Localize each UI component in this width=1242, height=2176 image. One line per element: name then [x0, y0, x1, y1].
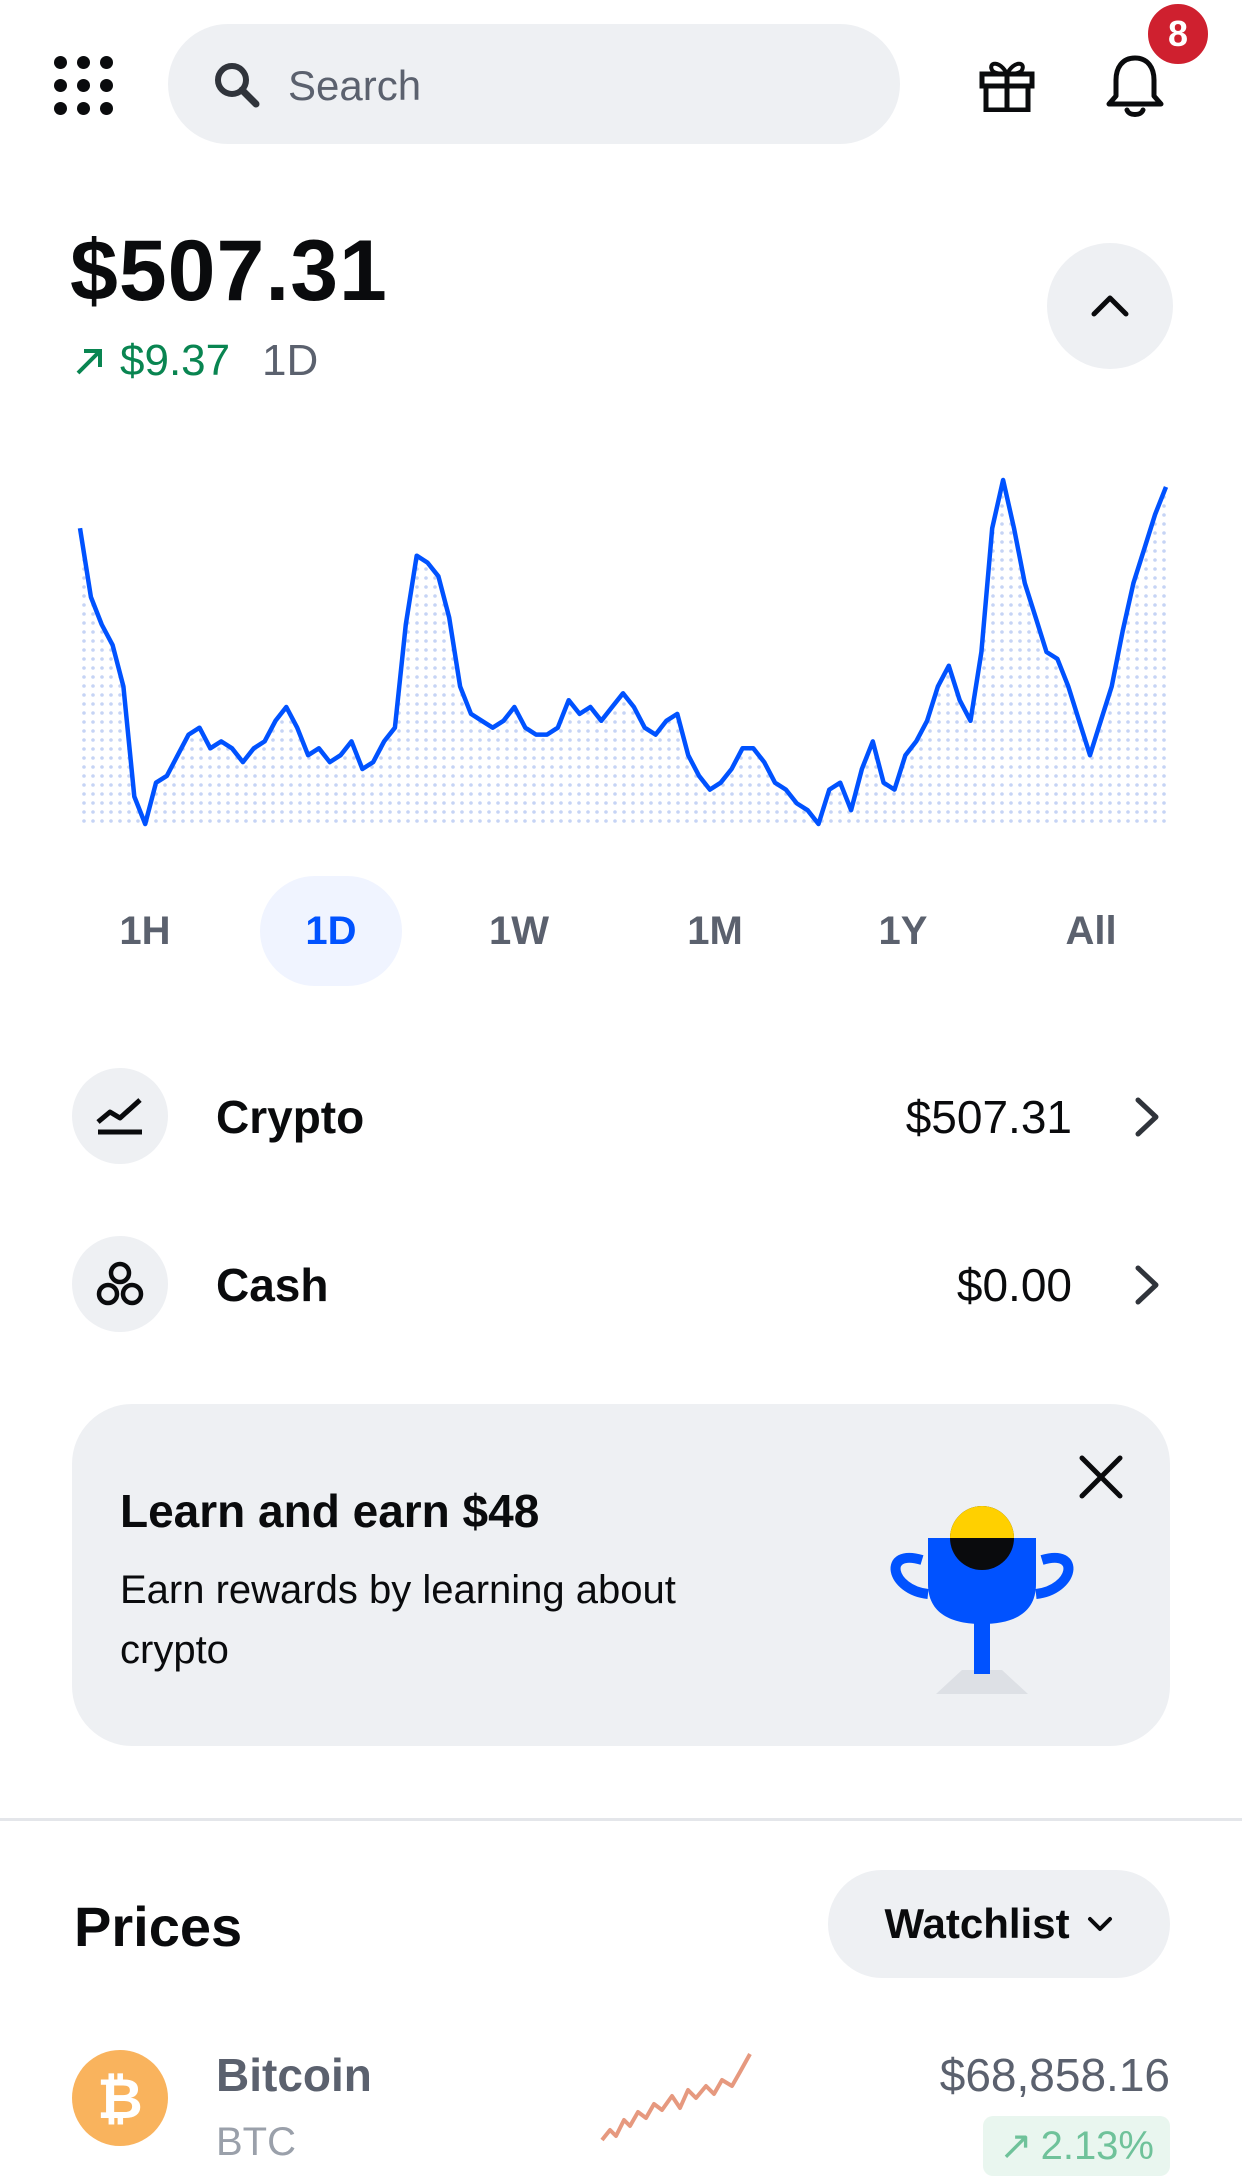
arrow-up-right-icon: ↗ [999, 2124, 1033, 2168]
watchlist-label: Watchlist [884, 1900, 1070, 1947]
collapse-button[interactable] [1047, 243, 1173, 369]
tab-1h[interactable]: 1H [74, 876, 216, 986]
chart-line-icon [72, 1068, 168, 1164]
chevron-right-icon [1135, 1097, 1159, 1137]
portfolio-chart[interactable] [0, 440, 1242, 840]
balance-change-value: $9.37 [120, 336, 231, 385]
watchlist-dropdown[interactable]: Watchlist [828, 1870, 1170, 1978]
bitcoin-icon: ₿ [72, 2050, 168, 2146]
tab-1d[interactable]: 1D [260, 876, 402, 986]
learn-and-earn-card[interactable]: Learn and earn $48 Earn rewards by learn… [72, 1404, 1170, 1746]
balance-change-period: 1D [262, 336, 319, 385]
asset-price: $68,858.16 [939, 2049, 1170, 2101]
asset-name: Bitcoin [216, 2049, 372, 2101]
account-label: Cash [216, 1259, 329, 1311]
account-row-cash[interactable]: Cash $0.00 [0, 1224, 1242, 1344]
tab-1y[interactable]: 1Y [832, 876, 974, 986]
search-icon [215, 63, 260, 108]
search-placeholder: Search [288, 62, 422, 109]
tab-1m[interactable]: 1M [644, 876, 786, 986]
chevron-down-icon [1087, 1917, 1112, 1931]
gift-icon[interactable] [978, 56, 1036, 112]
asset-change: ↗ 2.13% [983, 2116, 1170, 2176]
asset-symbol: BTC [216, 2120, 296, 2164]
promo-body: Earn rewards by learning about crypto [120, 1568, 676, 1672]
section-divider [0, 1818, 1242, 1821]
promo-title: Learn and earn $48 [120, 1485, 540, 1537]
account-value: $507.31 [905, 1091, 1072, 1143]
balance-change: $9.37 [74, 336, 230, 386]
tab-1w[interactable]: 1W [448, 876, 590, 986]
prices-heading: Prices [74, 1895, 243, 1958]
account-label: Crypto [216, 1091, 365, 1143]
asset-change-value: 2.13% [1040, 2123, 1154, 2168]
sparkline [600, 2053, 752, 2142]
coins-icon [72, 1236, 168, 1332]
arrow-up-right-icon [76, 349, 102, 375]
notification-badge: 8 [1144, 0, 1212, 68]
asset-row-bitcoin[interactable]: ₿ Bitcoin BTC $68,858.16 ↗ 2.13% [0, 2020, 1242, 2176]
bell-icon[interactable] [1104, 52, 1166, 118]
account-row-crypto[interactable]: Crypto $507.31 [0, 1056, 1242, 1176]
chevron-up-icon [1091, 295, 1129, 317]
time-range-tabs: 1H 1D 1W 1M 1Y All [60, 876, 1190, 986]
chevron-right-icon [1135, 1265, 1159, 1305]
account-value: $0.00 [956, 1259, 1072, 1311]
apps-menu-button[interactable] [54, 56, 114, 116]
portfolio-balance: $507.31 [70, 223, 388, 319]
tab-all[interactable]: All [1020, 876, 1162, 986]
search-bar[interactable]: Search [168, 24, 900, 144]
trophy-icon [890, 1506, 1074, 1694]
chart-area-fill [80, 480, 1166, 828]
